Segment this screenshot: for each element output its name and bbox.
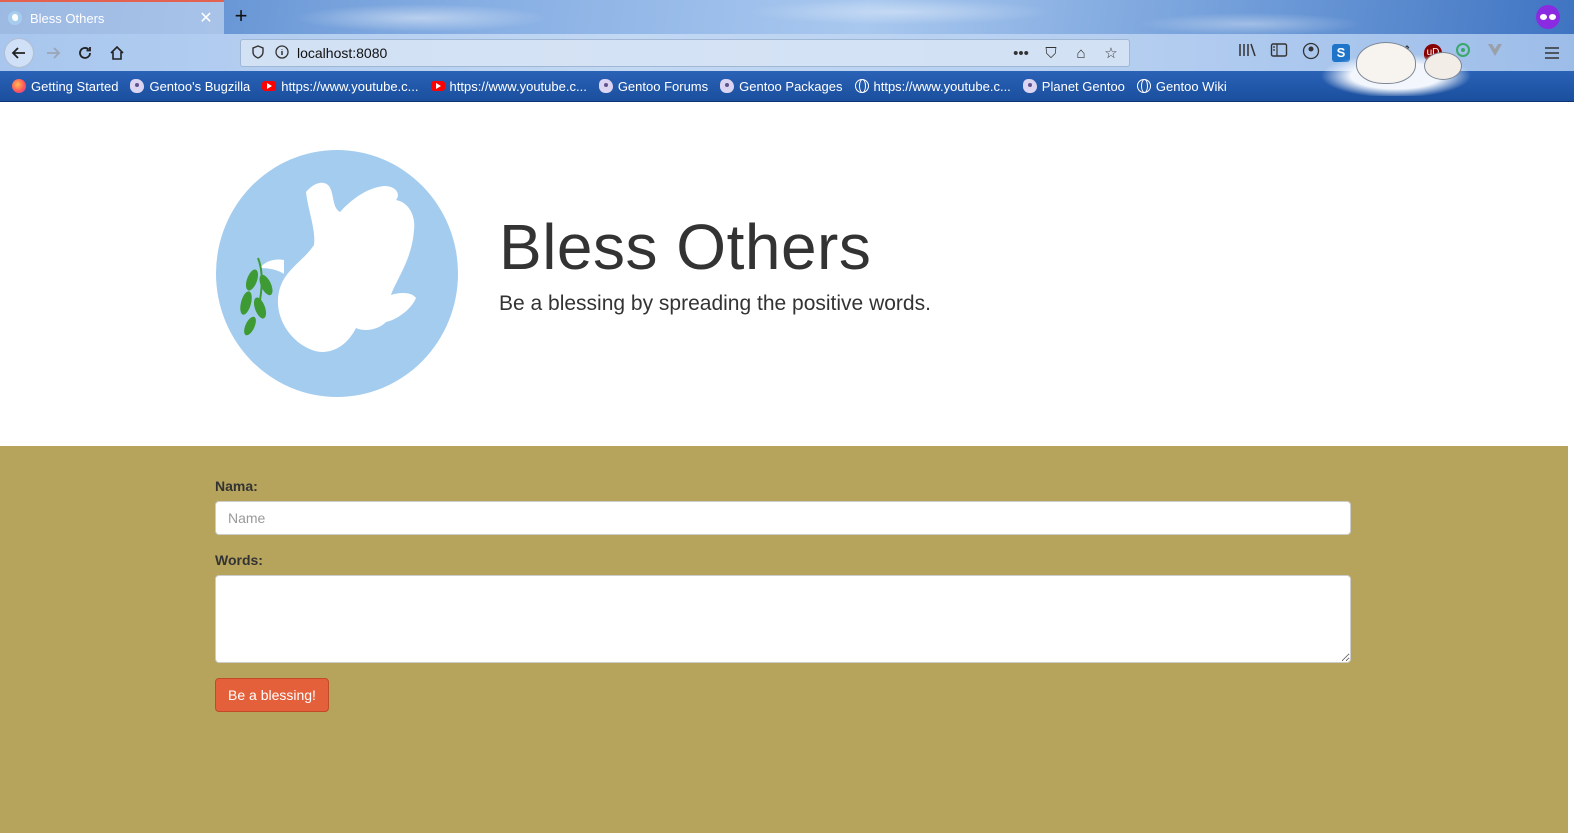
gentoo-icon [1022, 79, 1037, 93]
extension-vue-icon[interactable] [1484, 42, 1506, 64]
bookmark-getting-started[interactable]: Getting Started [12, 79, 118, 94]
bookmark-youtube-3[interactable]: https://www.youtube.c... [854, 78, 1011, 94]
arrow-right-icon [47, 47, 61, 59]
tab-strip: Bless Others ✕ + [0, 0, 1574, 34]
home-button[interactable] [102, 38, 132, 68]
close-tab-icon[interactable]: ✕ [196, 8, 216, 28]
bookmark-label: Getting Started [31, 78, 119, 94]
bookmark-planet-gentoo[interactable]: Planet Gentoo [1022, 78, 1125, 94]
bookmark-label: https://www.youtube.c... [281, 78, 419, 94]
forward-button[interactable] [38, 38, 68, 68]
dove-logo [216, 150, 458, 397]
private-browsing-icon [1536, 5, 1560, 29]
page-actions-icon[interactable]: ••• [1011, 45, 1031, 62]
bookmark-gentoo-wiki[interactable]: Gentoo Wiki [1136, 78, 1227, 94]
tab-bless-others[interactable]: Bless Others ✕ [0, 0, 224, 34]
youtube-icon [262, 81, 277, 91]
submit-blessing-button[interactable]: Be a blessing! [215, 678, 329, 712]
blessing-form: Nama: Words: Be a blessing! [0, 446, 1568, 833]
page-subtitle: Be a blessing by spreading the positive … [499, 292, 931, 315]
firefox-icon [12, 79, 26, 93]
name-label: Nama: [215, 478, 258, 494]
bookmark-gentoo-packages[interactable]: Gentoo Packages [720, 78, 843, 94]
tab-title: Bless Others [30, 10, 105, 26]
bookmark-gentoo-bugzilla[interactable]: Gentoo's Bugzilla [130, 79, 250, 94]
bookmark-label: Gentoo Forums [617, 78, 709, 94]
bookmark-label: https://www.youtube.c... [873, 78, 1011, 94]
bookmark-star-icon[interactable]: ☆ [1101, 44, 1121, 62]
bookmark-label: Gentoo's Bugzilla [149, 78, 251, 94]
bookmark-youtube-2[interactable]: https://www.youtube.c... [430, 78, 587, 94]
globe-icon [854, 79, 869, 93]
bookmark-gentoo-forums[interactable]: Gentoo Forums [598, 78, 709, 94]
gentoo-icon [720, 79, 735, 93]
new-tab-button[interactable]: + [230, 4, 252, 28]
youtube-icon [430, 81, 445, 91]
tracking-shield-icon[interactable] [249, 44, 267, 62]
library-icon[interactable] [1236, 42, 1258, 64]
bookmark-youtube-1[interactable]: https://www.youtube.c... [262, 78, 419, 94]
reload-button[interactable] [70, 38, 100, 68]
back-button[interactable] [4, 38, 34, 68]
arrow-left-icon [11, 47, 25, 59]
hero-section: Bless Others Be a blessing by spreading … [0, 102, 1568, 446]
words-textarea[interactable] [215, 575, 1351, 663]
reload-icon [79, 47, 91, 59]
site-info-icon[interactable] [273, 44, 291, 62]
words-label: Words: [215, 552, 263, 568]
bookmark-label: Gentoo Packages [739, 78, 843, 94]
menu-hamburger-icon[interactable] [1544, 44, 1560, 65]
home-icon [110, 45, 124, 60]
pocket-icon[interactable]: ⛉ [1041, 45, 1061, 62]
gentoo-icon [130, 79, 145, 93]
gentoo-icon [598, 79, 613, 93]
sidebar-icon[interactable] [1268, 42, 1290, 64]
bookmark-label: Gentoo Wiki [1155, 78, 1227, 94]
page-title: Bless Others [499, 211, 872, 283]
globe-icon [1136, 79, 1151, 93]
bookmark-label: https://www.youtube.c... [449, 78, 587, 94]
home-page-icon[interactable]: ⌂ [1071, 45, 1091, 62]
theme-mascot-image [1316, 38, 1476, 96]
bookmark-label: Planet Gentoo [1041, 78, 1125, 94]
url-text[interactable]: localhost:8080 [297, 45, 1011, 61]
dove-favicon-icon [8, 11, 22, 25]
name-input[interactable] [215, 501, 1351, 535]
page-viewport: Bless Others Be a blessing by spreading … [0, 102, 1568, 833]
address-bar[interactable]: localhost:8080 ••• ⛉ ⌂ ☆ [240, 39, 1130, 67]
dove-icon [240, 182, 416, 352]
